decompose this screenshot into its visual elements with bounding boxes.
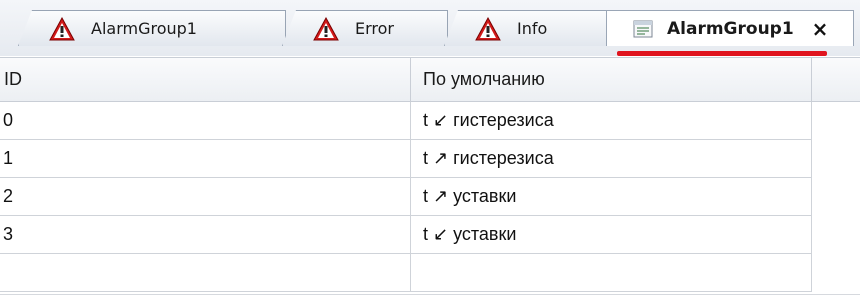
alarm-triangle-icon (475, 16, 501, 40)
alarm-table: ID По умолчанию 0 t ↙ гистерезиса 1 t ↗ … (0, 57, 860, 307)
document-icon (633, 20, 653, 37)
column-header-default[interactable]: По умолчанию (411, 58, 812, 101)
tab-label: AlarmGroup1 (91, 19, 197, 38)
tab-info[interactable]: Info (444, 10, 612, 46)
table-header: ID По умолчанию (0, 58, 860, 102)
tab-label: Error (355, 19, 394, 38)
table-row[interactable]: 2 t ↗ уставки (0, 178, 812, 216)
cell-default[interactable]: t ↙ уставки (411, 216, 812, 253)
cell-id[interactable]: 3 (0, 216, 411, 253)
table-row[interactable]: 0 t ↙ гистерезиса (0, 102, 812, 140)
tab-label: Info (517, 19, 548, 38)
table-bottom-divider (0, 294, 860, 295)
tab-alarmgroup1-active[interactable]: AlarmGroup1 × (606, 10, 854, 46)
column-header-id[interactable]: ID (0, 58, 411, 101)
cell-id[interactable]: 0 (0, 102, 411, 139)
cell-default[interactable]: t ↗ уставки (411, 178, 812, 215)
alarm-triangle-icon (313, 16, 339, 40)
active-tab-indicator (617, 51, 827, 56)
table-row-empty[interactable] (0, 254, 812, 292)
tab-error[interactable]: Error (282, 10, 448, 46)
cell-id[interactable] (0, 254, 411, 291)
cell-default[interactable]: t ↗ гистерезиса (411, 140, 812, 177)
cell-default[interactable]: t ↙ гистерезиса (411, 102, 812, 139)
tab-label: AlarmGroup1 (667, 18, 794, 39)
cell-default[interactable] (411, 254, 812, 291)
tab-strip: AlarmGroup1 Error Info AlarmGroup1 × (0, 0, 860, 56)
tab-alarmgroup1-first[interactable]: AlarmGroup1 (18, 10, 286, 46)
table-row[interactable]: 1 t ↗ гистерезиса (0, 140, 812, 178)
cell-id[interactable]: 1 (0, 140, 411, 177)
table-row[interactable]: 3 t ↙ уставки (0, 216, 812, 254)
alarm-triangle-icon (49, 16, 75, 40)
cell-id[interactable]: 2 (0, 178, 411, 215)
close-icon[interactable]: × (812, 17, 829, 41)
